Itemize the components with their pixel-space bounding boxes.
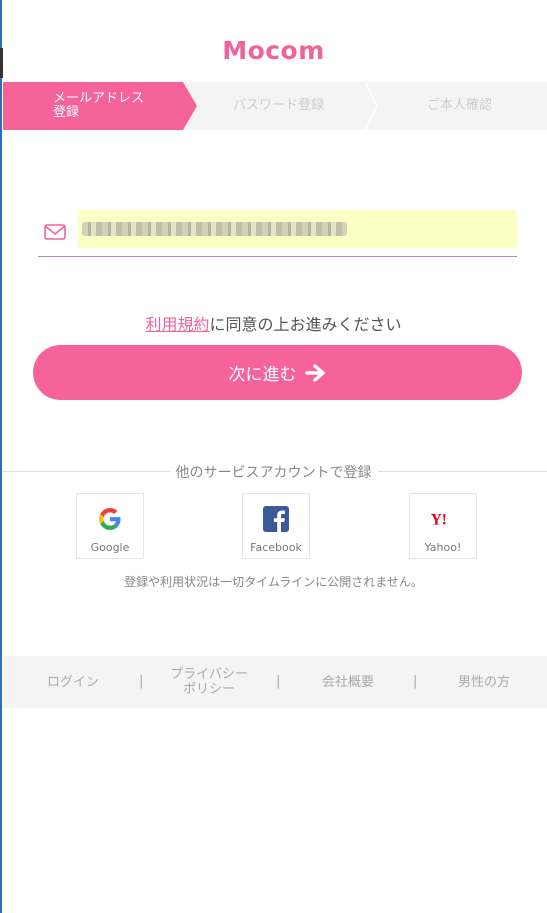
google-signup-button[interactable]: Google bbox=[76, 493, 144, 559]
facebook-signup-button[interactable]: Facebook bbox=[242, 493, 310, 559]
timeline-privacy-note: 登録や利用状況は一切タイムラインに公開されません。 bbox=[124, 575, 423, 589]
next-button-label: 次に進む bbox=[228, 365, 297, 385]
step-email-label-1: メールアドレス bbox=[53, 91, 145, 106]
footer-separator: | bbox=[139, 674, 144, 689]
yahoo-icon: Y! bbox=[430, 506, 456, 532]
footer-login-label: ログイン bbox=[46, 674, 99, 690]
svg-text:Y!: Y! bbox=[431, 511, 447, 528]
redacted-email-blur bbox=[82, 222, 347, 236]
facebook-label: Facebook bbox=[250, 541, 302, 554]
step-email-label-2: 登録 bbox=[53, 105, 80, 120]
step-password-label: パスワード登録 bbox=[233, 98, 325, 113]
footer-privacy-link[interactable]: プライバシー ポリシー bbox=[163, 656, 255, 708]
site-logo[interactable]: Mocom bbox=[0, 36, 547, 65]
arrow-right-icon bbox=[304, 363, 325, 382]
footer-separator: | bbox=[413, 674, 418, 689]
footer-company-link[interactable]: 会社概要 bbox=[311, 656, 385, 708]
footer-men-label: 男性の方 bbox=[457, 674, 510, 690]
step-chevron-icon bbox=[365, 82, 379, 130]
logo-text: Mocom bbox=[222, 36, 325, 65]
step-identity: ご本人確認 bbox=[427, 82, 492, 130]
google-icon bbox=[97, 506, 123, 532]
facebook-icon bbox=[263, 506, 289, 532]
footer-privacy-label-1: プライバシー bbox=[170, 667, 248, 682]
terms-agreement-text: に同意の上お進みください bbox=[209, 315, 402, 334]
google-label: Google bbox=[90, 541, 130, 554]
footer-login-link[interactable]: ログイン bbox=[37, 656, 109, 708]
terms-link[interactable]: 利用規約 bbox=[145, 315, 209, 334]
sns-heading: 他のサービスアカウントで登録 bbox=[0, 462, 547, 482]
step-password: パスワード登録 bbox=[233, 82, 324, 130]
window-edge bbox=[0, 0, 2, 913]
footer-nav: ログイン | プライバシー ポリシー | 会社概要 | 男性の方 bbox=[3, 656, 547, 708]
yahoo-signup-button[interactable]: Y! Yahoo! bbox=[409, 493, 477, 559]
step-identity-label: ご本人確認 bbox=[427, 98, 493, 113]
footer-men-link[interactable]: 男性の方 bbox=[447, 656, 521, 708]
footer-separator: | bbox=[276, 674, 281, 689]
footer-company-label: 会社概要 bbox=[321, 674, 374, 690]
envelope-icon bbox=[44, 224, 66, 240]
terms-agreement: 利用規約に同意の上お進みください bbox=[0, 311, 547, 335]
next-button[interactable]: 次に進む bbox=[33, 345, 522, 400]
footer-privacy-label-2: ポリシー bbox=[182, 682, 235, 697]
email-field-wrapper bbox=[38, 210, 517, 257]
yahoo-label: Yahoo! bbox=[424, 541, 462, 554]
sns-heading-text: 他のサービスアカウントで登録 bbox=[169, 465, 378, 481]
registration-steps: メールアドレス 登録 パスワード登録 ご本人確認 bbox=[3, 82, 547, 130]
step-email: メールアドレス 登録 bbox=[3, 82, 197, 130]
